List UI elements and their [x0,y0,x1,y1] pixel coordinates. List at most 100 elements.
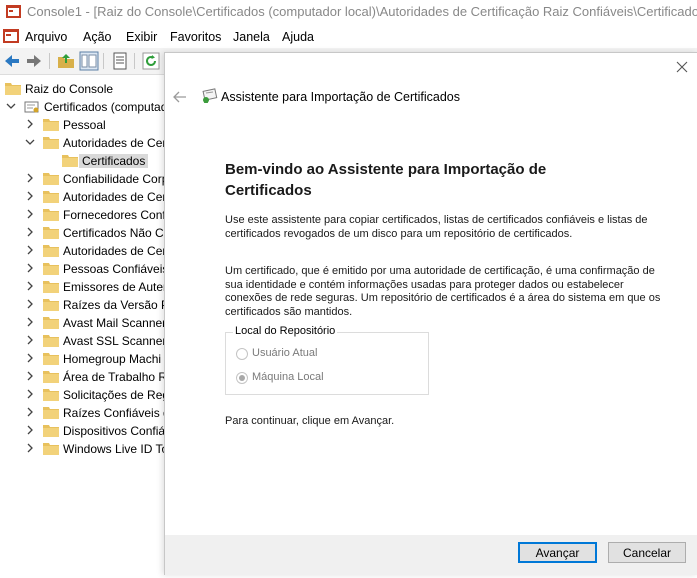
refresh-icon[interactable] [141,51,161,71]
tree-label: Solicitações de Reg [63,388,164,402]
chevron-right-icon[interactable] [25,370,35,382]
folder-icon [43,209,59,221]
tree-item-certificados-selected[interactable]: Certificados [0,152,164,170]
folder-icon [43,407,59,419]
forward-arrow-icon[interactable] [24,51,44,71]
tree-item-root-ca[interactable]: Autoridades de Cer [0,134,164,152]
show-hide-tree-icon[interactable] [79,51,99,71]
menu-exibir[interactable]: Exibir [126,30,157,44]
tree-item[interactable]: Avast SSL Scanner [0,332,164,350]
chevron-right-icon[interactable] [25,280,35,292]
tree-label: Área de Trabalho Re [63,370,164,384]
tree-item[interactable]: Homegroup Machi [0,350,164,368]
chevron-right-icon[interactable] [25,190,35,202]
tree-item[interactable]: Raízes da Versão Pr [0,296,164,314]
tree-item-root[interactable]: Raiz do Console [0,80,164,98]
folder-icon [43,317,59,329]
menu-favoritos[interactable]: Favoritos [170,30,221,44]
properties-icon[interactable] [110,51,130,71]
console-app-icon [6,5,21,18]
console-tree: Raiz do Console Certificados (computad P… [0,75,164,574]
chevron-down-icon[interactable] [25,136,35,148]
chevron-right-icon[interactable] [25,406,35,418]
option-current-user[interactable]: Usuário Atual [236,347,356,363]
tree-item-certificates-store[interactable]: Certificados (computad [0,98,164,116]
chevron-down-icon[interactable] [6,100,16,112]
wizard-intro-text: Use este assistente para copiar certific… [225,214,648,240]
tree-label: Windows Live ID To [63,442,164,456]
folder-open-icon [43,137,59,149]
back-arrow-icon[interactable] [173,91,187,103]
tree-item[interactable]: Windows Live ID To [0,440,164,458]
folder-icon [43,299,59,311]
certificate-store-icon [24,101,39,113]
option-label: Usuário Atual [252,347,318,359]
tree-label: Pessoas Confiáveis [63,262,164,276]
tree-label: Certificados (computad [44,100,164,114]
folder-icon [43,389,59,401]
chevron-right-icon[interactable] [25,316,35,328]
chevron-right-icon[interactable] [25,262,35,274]
chevron-right-icon[interactable] [25,388,35,400]
tree-item[interactable]: Pessoas Confiáveis [0,260,164,278]
toolbar-separator [49,53,50,69]
chevron-right-icon[interactable] [25,208,35,220]
tree-item[interactable]: Fornecedores Confi [0,206,164,224]
folder-icon [43,335,59,347]
tree-label: Autoridades de Cer [63,136,164,150]
tree-label: Emissores de Auter [63,280,164,294]
next-button[interactable]: Avançar [518,542,597,563]
tree-label: Avast SSL Scanner [63,334,164,348]
tree-label: Autoridades de Cer [63,190,164,204]
chevron-right-icon[interactable] [25,244,35,256]
tree-item[interactable]: Autoridades de Cer [0,242,164,260]
folder-icon [43,353,59,365]
chevron-right-icon[interactable] [25,442,35,454]
menu-janela[interactable]: Janela [233,30,270,44]
menu-ajuda[interactable]: Ajuda [282,30,314,44]
certificate-wizard-icon [202,88,218,103]
tree-item[interactable]: Avast Mail Scanner [0,314,164,332]
window-title: Console1 - [Raiz do Console\Certificados… [27,4,697,19]
console-menu-icon[interactable] [3,29,19,43]
tree-label: Pessoal [63,118,106,132]
tree-label: Raízes da Versão Pr [63,298,164,312]
tree-item[interactable]: Área de Trabalho Re [0,368,164,386]
back-arrow-icon[interactable] [2,51,22,71]
folder-icon [43,263,59,275]
tree-item[interactable]: Raízes Confiáveis d [0,404,164,422]
chevron-right-icon[interactable] [25,172,35,184]
option-label: Máquina Local [252,371,324,383]
option-local-machine[interactable]: Máquina Local [236,371,356,387]
folder-icon [43,443,59,455]
chevron-right-icon[interactable] [25,424,35,436]
toolbar-separator [134,53,135,69]
menu-arquivo[interactable]: Arquivo [25,30,67,44]
tree-item-pessoal[interactable]: Pessoal [0,116,164,134]
store-location-label: Local do Repositório [233,325,338,337]
menu-acao[interactable]: Ação [83,30,112,44]
tree-label: Homegroup Machi [63,352,162,366]
radio-button[interactable] [236,348,248,360]
chevron-right-icon[interactable] [25,352,35,364]
chevron-right-icon[interactable] [25,334,35,346]
wizard-description-text: Um certificado, que é emitido por uma au… [225,265,661,318]
close-icon[interactable] [676,61,688,73]
tree-item[interactable]: Dispositivos Confiá [0,422,164,440]
tree-item[interactable]: Emissores de Auter [0,278,164,296]
cancel-button[interactable]: Cancelar [608,542,686,563]
import-wizard-dialog: Assistente para Importação de Certificad… [164,52,697,575]
tree-item[interactable]: Autoridades de Cer [0,188,164,206]
tree-item[interactable]: Certificados Não C [0,224,164,242]
toolbar-separator [103,53,104,69]
tree-label: Raiz do Console [25,82,114,96]
folder-icon [43,227,59,239]
chevron-right-icon[interactable] [25,118,35,130]
up-folder-icon[interactable] [56,51,76,71]
folder-icon [43,281,59,293]
tree-item[interactable]: Solicitações de Reg [0,386,164,404]
tree-item[interactable]: Confiabilidade Corp [0,170,164,188]
chevron-right-icon[interactable] [25,298,35,310]
chevron-right-icon[interactable] [25,226,35,238]
radio-button-checked[interactable] [236,372,248,384]
